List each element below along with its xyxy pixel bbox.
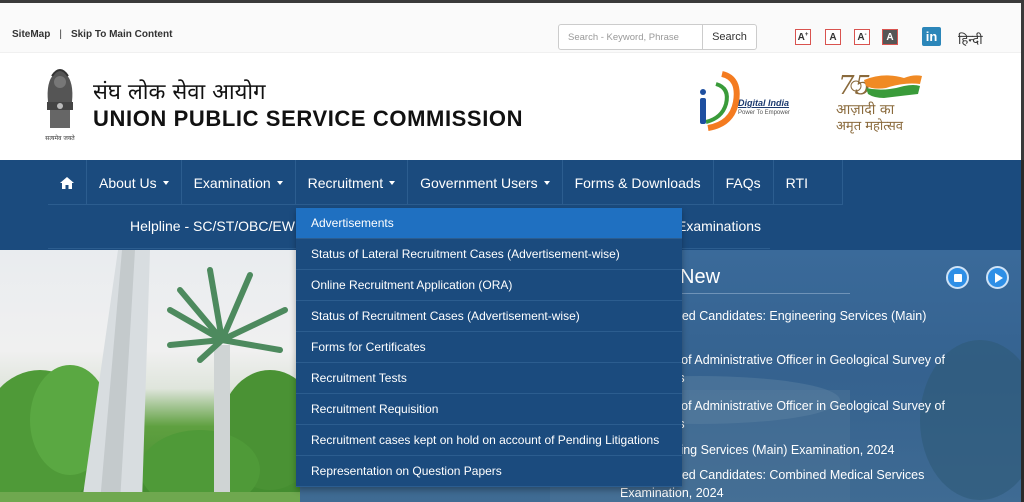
nav-label: Examination — [193, 174, 271, 191]
nav-label: FAQs — [725, 174, 761, 191]
font-increase-button[interactable]: A + — [795, 29, 811, 45]
dropdown-item-recruitment-requisition[interactable]: Recruitment Requisition — [296, 394, 682, 425]
nav-label: Government Users — [420, 174, 538, 191]
utility-bar: SiteMap | Skip To Main Content — [0, 3, 1021, 53]
nav-government-users[interactable]: Government Users — [408, 160, 563, 205]
search-button[interactable]: Search — [702, 25, 756, 49]
dropdown-item-lateral-recruitment-status[interactable]: Status of Lateral Recruitment Cases (Adv… — [296, 239, 682, 270]
dropdown-item-forms-for-certificates[interactable]: Forms for Certificates — [296, 332, 682, 363]
search-input[interactable] — [559, 25, 702, 49]
site-header: सत्यमेव जयते संघ लोक सेवा आयोग UNION PUB… — [0, 54, 1021, 160]
play-icon — [994, 272, 1003, 283]
skip-to-main-link[interactable]: Skip To Main Content — [71, 29, 172, 40]
font-normal-button[interactable]: A — [825, 29, 841, 45]
dropdown-item-representation-question-papers[interactable]: Representation on Question Papers — [296, 456, 682, 487]
language-toggle-hindi[interactable]: हिन्दी — [958, 30, 983, 48]
nav-label: Forms & Downloads — [574, 174, 701, 191]
emblem-motto: सत्यमेव जयते — [45, 134, 75, 142]
helpline-examinations-link[interactable]: Examinations — [677, 218, 761, 234]
nav-forms-downloads[interactable]: Forms & Downloads — [563, 160, 714, 205]
plus-icon: + — [804, 31, 809, 38]
caret-down-icon — [276, 180, 283, 185]
dropdown-item-recruitment-tests[interactable]: Recruitment Tests — [296, 363, 682, 394]
hero-image — [0, 250, 300, 502]
dropdown-item-cases-on-hold[interactable]: Recruitment cases kept on hold on accoun… — [296, 425, 682, 456]
news-stop-button[interactable] — [946, 266, 969, 289]
utility-links: SiteMap | Skip To Main Content — [12, 29, 172, 40]
nav-about-us[interactable]: About Us — [87, 160, 182, 205]
nav-faqs[interactable]: FAQs — [714, 160, 774, 205]
dropdown-item-online-recruitment-application[interactable]: Online Recruitment Application (ORA) — [296, 270, 682, 301]
nav-label: About Us — [99, 174, 157, 191]
caret-down-icon — [389, 180, 396, 185]
digital-india-tagline: Power To Empower — [738, 110, 790, 116]
sitemap-link[interactable]: SiteMap — [12, 29, 50, 40]
org-name-english[interactable]: UNION PUBLIC SERVICE COMMISSION — [93, 106, 523, 132]
font-normal-label: A — [829, 31, 837, 43]
stop-icon — [953, 273, 962, 282]
home-icon — [60, 176, 74, 189]
org-name-hindi: संघ लोक सेवा आयोग — [93, 80, 266, 105]
whats-new-title: New — [680, 266, 721, 288]
utility-separator: | — [59, 29, 62, 40]
caret-down-icon — [543, 180, 550, 185]
nav-recruitment[interactable]: Recruitment — [296, 160, 409, 205]
linkedin-icon[interactable]: in — [922, 27, 941, 46]
font-increase-label: A — [797, 31, 805, 43]
nav-label: RTI — [785, 174, 808, 191]
font-decrease-label: A — [857, 31, 865, 43]
contrast-label: A — [886, 31, 894, 43]
main-navigation: About Us Examination Recruitment Governm… — [48, 160, 843, 205]
nav-examination[interactable]: Examination — [182, 160, 296, 205]
caret-down-icon — [162, 180, 169, 185]
digital-india-text: Digital India — [738, 98, 790, 108]
recruitment-dropdown-menu: Advertisements Status of Lateral Recruit… — [296, 208, 682, 487]
minus-icon: - — [864, 31, 867, 38]
high-contrast-button[interactable]: A — [882, 29, 898, 45]
helpline-link[interactable]: Helpline - SC/ST/OBC/EW — [130, 218, 295, 234]
dropdown-item-advertisements[interactable]: Advertisements — [296, 208, 682, 239]
nav-label: Recruitment — [307, 174, 384, 191]
nav-home[interactable] — [48, 160, 87, 205]
dropdown-item-recruitment-cases-status[interactable]: Status of Recruitment Cases (Advertiseme… — [296, 301, 682, 332]
news-play-button[interactable] — [986, 266, 1009, 289]
nav-rti[interactable]: RTI — [774, 160, 843, 205]
azadi-text-line2: अमृत महोत्सव — [836, 119, 904, 134]
font-decrease-button[interactable]: A- — [854, 29, 870, 45]
campus-photo — [0, 250, 300, 502]
national-emblem-icon: सत्यमेव जयते — [45, 69, 75, 142]
search-box: Search — [558, 24, 757, 50]
